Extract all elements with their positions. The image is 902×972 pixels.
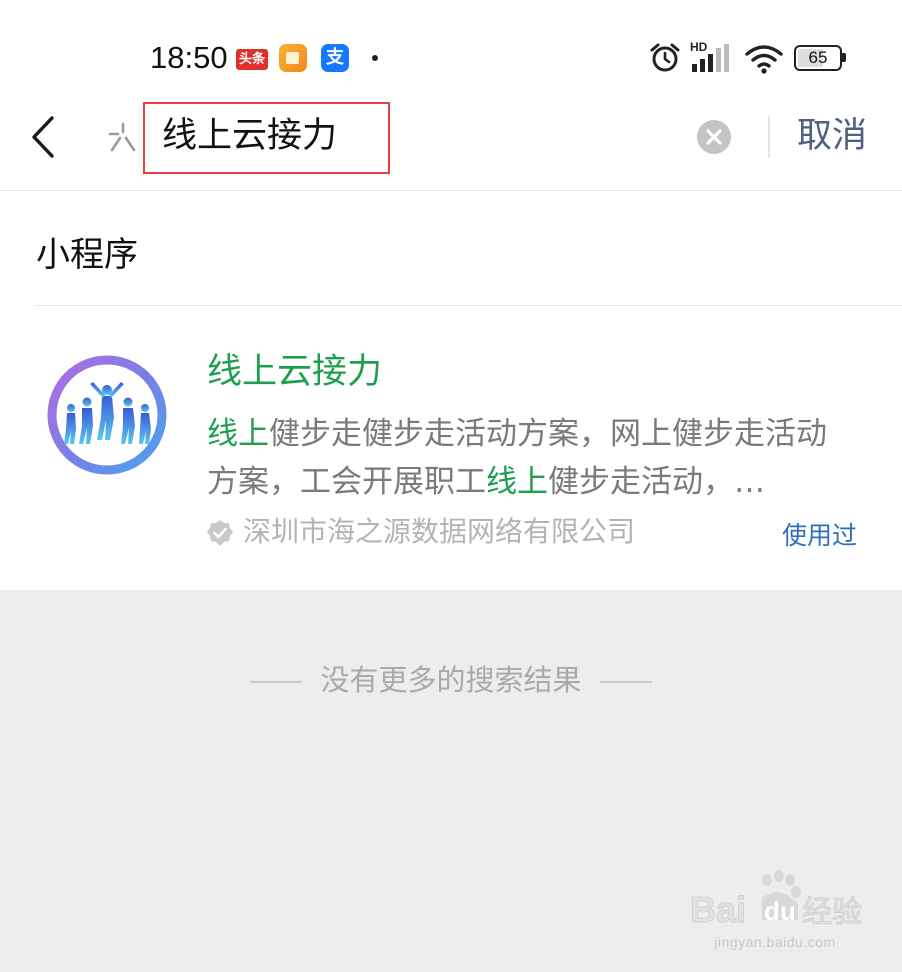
desc-highlight: 线上 (486, 464, 548, 500)
mini-program-result-item[interactable]: 线上云接力 线上健步走健步走活动方案，网上健步走活动方案，工会开展职工线上健步走… (0, 306, 902, 590)
no-more-results: 没有更多的搜索结果 (0, 660, 902, 700)
result-description: 线上健步走健步走活动方案，网上健步走活动方案，工会开展职工线上健步走活动，… (207, 410, 857, 506)
header-divider (768, 116, 770, 158)
mini-program-avatar (47, 355, 167, 475)
search-input[interactable]: 线上云接力 (162, 112, 337, 160)
wifi-icon (745, 45, 783, 74)
verified-badge-icon (207, 520, 233, 546)
desc-text: 健步走活动，… (548, 464, 765, 500)
result-title[interactable]: 线上云接力 (207, 346, 382, 398)
svg-text:Bai: Bai (690, 889, 746, 930)
divider-line-right (599, 681, 652, 683)
search-icon (108, 122, 136, 152)
svg-text:du: du (764, 896, 796, 926)
divider-line-left (250, 681, 303, 683)
svg-text:经验: 经验 (802, 895, 862, 930)
section-title: 小程序 (36, 235, 138, 275)
no-more-results-text: 没有更多的搜索结果 (320, 663, 582, 697)
clear-search-icon[interactable] (696, 119, 732, 155)
developer-name: 深圳市海之源数据网络有限公司 (243, 515, 636, 548)
back-arrow-icon[interactable] (26, 114, 66, 160)
cancel-button[interactable]: 取消 (797, 112, 867, 160)
header-separator (0, 190, 902, 191)
watermark-url: jingyan.baidu.com (714, 934, 836, 950)
alarm-icon (650, 43, 680, 72)
battery-level: 65 (808, 48, 828, 67)
battery-indicator: 65 (794, 45, 846, 71)
alipay-app-icon: 支 (321, 44, 349, 72)
more-notifications-dot-icon (372, 55, 378, 61)
notes-app-icon (279, 44, 307, 72)
toutiao-app-icon: 头条 (236, 49, 268, 70)
used-before-tag: 使用过 (782, 521, 858, 550)
status-bar: 18:50 头条 支 HD 65 (0, 0, 902, 100)
status-time: 18:50 (150, 40, 228, 75)
cellular-signal-icon: HD (688, 40, 736, 74)
desc-highlight: 线上 (207, 416, 269, 452)
